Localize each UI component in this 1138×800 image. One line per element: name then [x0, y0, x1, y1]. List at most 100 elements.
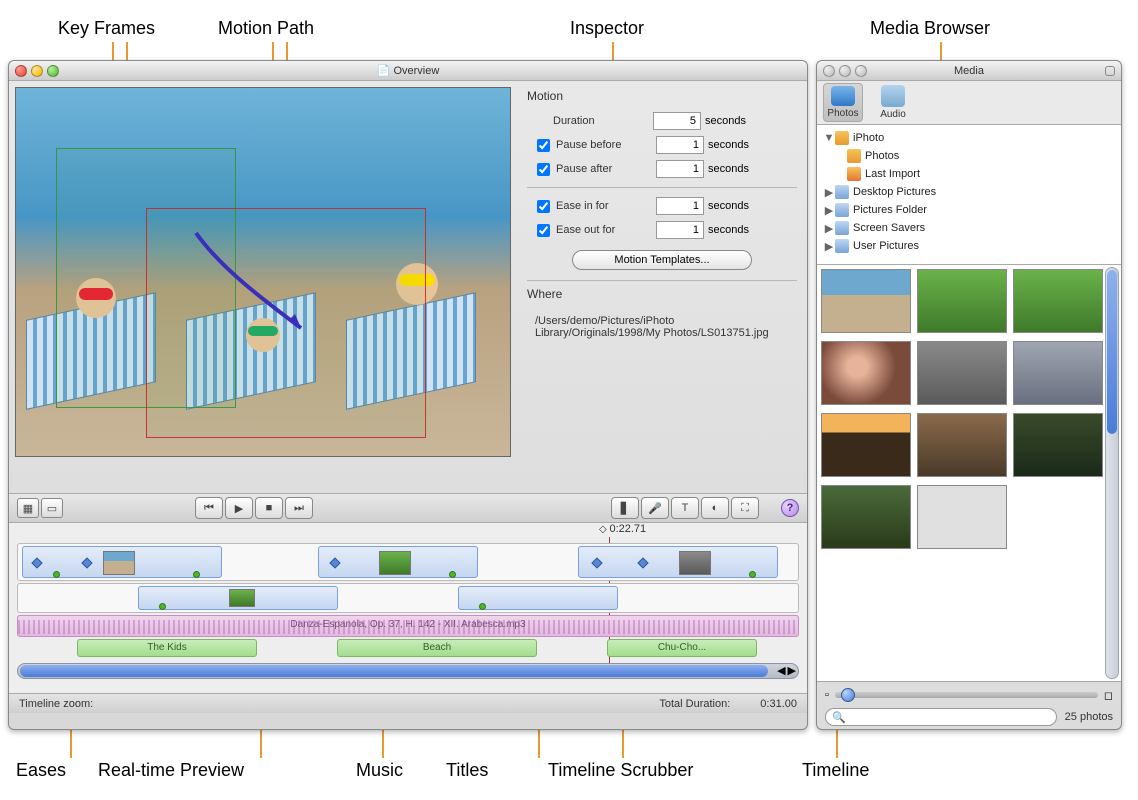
media-thumb[interactable] — [1013, 269, 1103, 333]
ease-node[interactable] — [749, 571, 756, 578]
ease-node[interactable] — [479, 603, 486, 610]
tree-item-desktop-pictures[interactable]: ▶Desktop Pictures — [819, 183, 1119, 201]
media-thumb[interactable] — [917, 485, 1007, 549]
media-thumb[interactable] — [821, 341, 911, 405]
tree-item-screen-savers[interactable]: ▶Screen Savers — [819, 219, 1119, 237]
motion-header: Motion — [527, 89, 797, 103]
title-clip[interactable]: Chu-Cho... — [607, 639, 757, 657]
pause-before-checkbox[interactable] — [537, 139, 550, 152]
layout-grid-button[interactable]: ▦ — [17, 498, 39, 518]
slider-knob[interactable] — [841, 688, 855, 702]
keyframe-box[interactable] — [146, 208, 426, 438]
go-start-button[interactable]: ⏮ — [195, 497, 223, 519]
tree-item-iphoto[interactable]: ▼iPhoto — [819, 129, 1119, 147]
media-thumb[interactable] — [821, 485, 911, 549]
media-thumb[interactable] — [821, 413, 911, 477]
minimize-button[interactable] — [839, 65, 851, 77]
ease-node[interactable] — [449, 571, 456, 578]
zoom-button[interactable] — [855, 65, 867, 77]
tree-item-pictures-folder[interactable]: ▶Pictures Folder — [819, 201, 1119, 219]
contrast-button[interactable]: ◐ — [701, 497, 729, 519]
media-thumb[interactable] — [917, 413, 1007, 477]
seconds-label: seconds — [705, 115, 746, 127]
keyframe-node[interactable] — [329, 557, 340, 568]
media-source-tree[interactable]: ▼iPhoto Photos Last Import ▶Desktop Pict… — [817, 125, 1121, 265]
tab-photos[interactable]: Photos — [823, 83, 863, 122]
clip-thumb — [379, 551, 411, 575]
transport-controls: ⏮ ▶ ■ ⏭ — [195, 497, 313, 519]
minimize-button[interactable] — [31, 65, 43, 77]
window-titlebar[interactable]: 📄 Overview — [9, 61, 807, 81]
scrollbar-thumb[interactable] — [1107, 270, 1117, 434]
inspector-panel: Motion Duration seconds Pause before sec… — [517, 81, 807, 493]
zoom-button[interactable] — [47, 65, 59, 77]
tool-1-button[interactable]: ▋ — [611, 497, 639, 519]
video-track-1[interactable] — [17, 543, 799, 581]
ease-out-field[interactable] — [656, 221, 704, 239]
close-button[interactable] — [15, 65, 27, 77]
video-track-2[interactable] — [17, 583, 799, 613]
thumb-large-icon: ◻ — [1104, 689, 1113, 702]
title-clip[interactable]: Beach — [337, 639, 537, 657]
media-thumb[interactable] — [1013, 413, 1103, 477]
keyframe-node[interactable] — [31, 557, 42, 568]
title-track[interactable]: The Kids Beach Chu-Cho... — [17, 639, 799, 659]
media-thumb[interactable] — [917, 341, 1007, 405]
ease-node[interactable] — [193, 571, 200, 578]
go-end-button[interactable]: ⏭ — [285, 497, 313, 519]
title-clip[interactable]: The Kids — [77, 639, 257, 657]
keyframe-node[interactable] — [637, 557, 648, 568]
where-header: Where — [527, 287, 797, 301]
toolbar-toggle-button[interactable] — [1105, 66, 1115, 76]
media-titlebar[interactable]: Media — [817, 61, 1121, 81]
clip[interactable] — [22, 546, 222, 578]
photo-count: 25 photos — [1065, 711, 1113, 723]
motion-templates-button[interactable]: Motion Templates... — [572, 250, 752, 270]
preview-canvas[interactable] — [15, 87, 511, 457]
tab-audio[interactable]: Audio — [873, 83, 913, 122]
text-button[interactable]: T — [671, 497, 699, 519]
pause-before-field[interactable] — [656, 136, 704, 154]
photos-icon — [831, 86, 855, 106]
ease-node[interactable] — [159, 603, 166, 610]
media-thumb[interactable] — [1013, 341, 1103, 405]
mic-button[interactable]: 🎤 — [641, 497, 669, 519]
scrollbar-thumb[interactable] — [20, 665, 768, 677]
play-button[interactable]: ▶ — [225, 497, 253, 519]
media-scrollbar[interactable] — [1105, 267, 1119, 679]
clip[interactable] — [578, 546, 778, 578]
ease-in-field[interactable] — [656, 197, 704, 215]
media-browser-window: Media Photos Audio ▼iPhoto Photos Last I… — [816, 60, 1122, 730]
layout-single-button[interactable]: ▭ — [41, 498, 63, 518]
clip-thumb — [679, 551, 711, 575]
ease-node[interactable] — [53, 571, 60, 578]
preview-pane — [9, 81, 517, 493]
help-button[interactable]: ? — [781, 499, 799, 517]
crop-button[interactable]: ⛶ — [731, 497, 759, 519]
clip[interactable] — [318, 546, 478, 578]
pause-after-checkbox[interactable] — [537, 163, 550, 176]
close-button[interactable] — [823, 65, 835, 77]
annot-timeline: Timeline — [802, 760, 869, 781]
keyframe-node[interactable] — [81, 557, 92, 568]
tree-item-photos[interactable]: Photos — [819, 147, 1119, 165]
timeline-scrollbar[interactable]: ◀ ▶ — [17, 663, 799, 679]
thumb-size-slider[interactable] — [835, 692, 1098, 698]
tree-item-last-import[interactable]: Last Import — [819, 165, 1119, 183]
ease-in-checkbox[interactable] — [537, 200, 550, 213]
stop-button[interactable]: ■ — [255, 497, 283, 519]
media-thumb[interactable] — [821, 269, 911, 333]
media-search-input[interactable]: 🔍 — [825, 708, 1057, 726]
clip[interactable] — [138, 586, 338, 610]
music-track[interactable]: Danza-Espanola, Op. 37, H. 142 - XII. Ar… — [17, 615, 799, 637]
scroll-left-icon[interactable]: ◀ — [777, 664, 785, 677]
annot-keyframes: Key Frames — [58, 18, 155, 39]
pause-after-field[interactable] — [656, 160, 704, 178]
clip[interactable] — [458, 586, 618, 610]
duration-field[interactable] — [653, 112, 701, 130]
scroll-right-icon[interactable]: ▶ — [788, 664, 796, 677]
ease-out-checkbox[interactable] — [537, 224, 550, 237]
keyframe-node[interactable] — [591, 557, 602, 568]
media-thumb[interactable] — [917, 269, 1007, 333]
tree-item-user-pictures[interactable]: ▶User Pictures — [819, 237, 1119, 255]
